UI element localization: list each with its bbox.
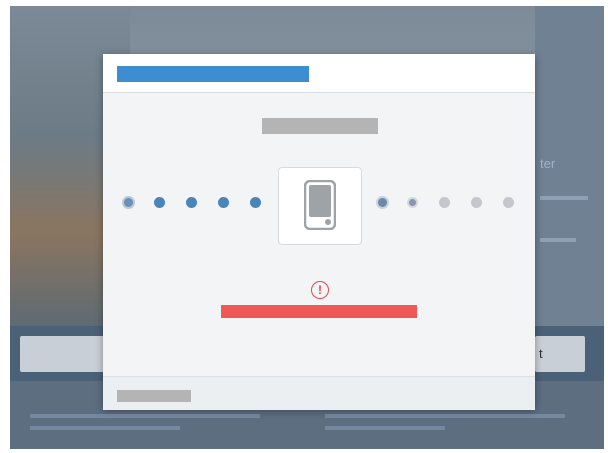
dialog-footer: [103, 376, 535, 410]
progress-dot-done: [154, 197, 165, 208]
background-text-line: [30, 426, 180, 430]
progress-dot-pending: [439, 197, 450, 208]
setup-dialog: !: [103, 54, 535, 410]
background-text-line: [540, 196, 588, 200]
progress-dot-current: [378, 198, 387, 207]
progress-dot-done: [250, 197, 261, 208]
background-button-left: [20, 336, 110, 372]
background-text-line: [325, 426, 445, 430]
dialog-subtitle-placeholder: [262, 118, 378, 134]
progress-dot-done: [218, 197, 229, 208]
tablet-icon: [304, 180, 336, 230]
footer-link-placeholder[interactable]: [117, 390, 191, 402]
device-card: [278, 167, 362, 245]
progress-dot-done: [186, 197, 197, 208]
background-text-line: [30, 414, 260, 418]
background-link-text: ter: [540, 156, 556, 171]
dialog-header: [103, 54, 535, 93]
exclamation-circle-icon: !: [311, 281, 329, 299]
progress-dot-active: [409, 199, 416, 206]
background-text-line: [325, 414, 565, 418]
error-message-placeholder: [221, 305, 417, 318]
progress-dot-done: [124, 198, 133, 207]
dialog-title-placeholder: [117, 66, 309, 82]
background-text-line: [540, 238, 576, 242]
progress-dot-pending: [471, 197, 482, 208]
background-button-right: t: [535, 336, 585, 372]
progress-dot-pending: [503, 197, 514, 208]
